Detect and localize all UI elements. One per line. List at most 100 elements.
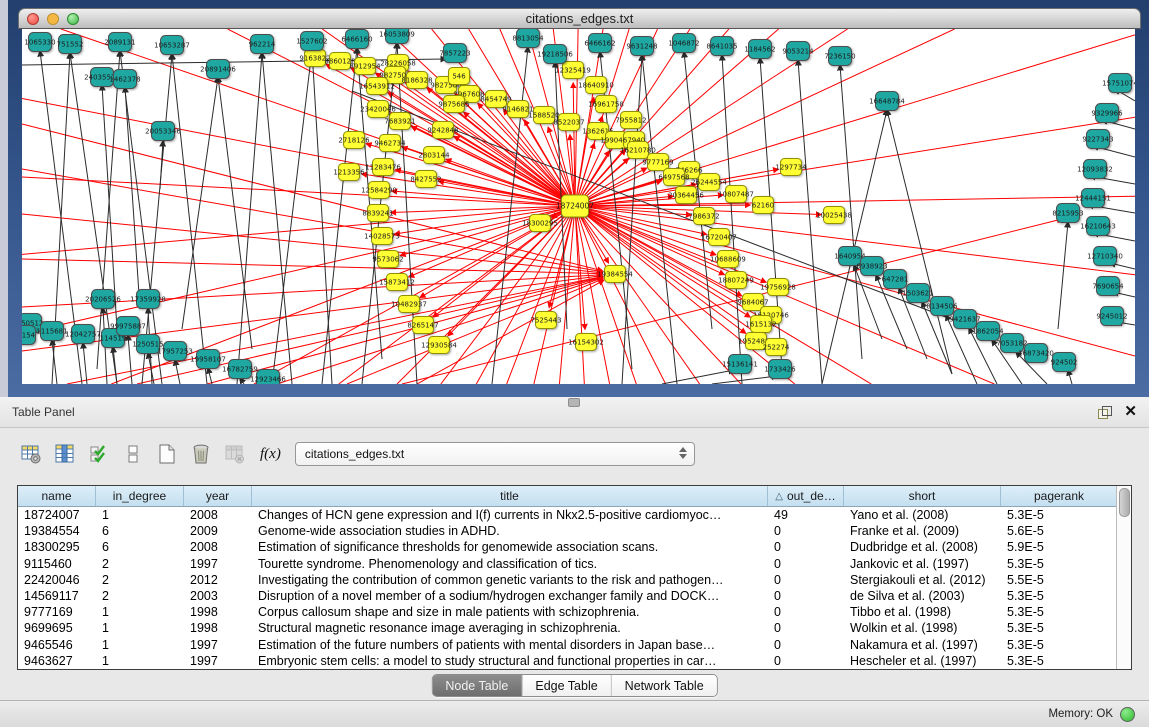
stacked-rows-icon[interactable] bbox=[120, 441, 146, 467]
column-header-short[interactable]: short bbox=[844, 486, 1001, 506]
delete-table-icon[interactable] bbox=[222, 441, 248, 467]
table-toolbar: f(x) citations_edges.txt bbox=[0, 433, 1149, 475]
table-cell: 5.3E-5 bbox=[1001, 653, 1116, 669]
float-panel-icon[interactable] bbox=[1098, 406, 1112, 419]
window-title: citations_edges.txt bbox=[19, 11, 1140, 26]
graph-node-label: 18300295 bbox=[522, 220, 558, 228]
scrollbar-thumb[interactable] bbox=[1119, 488, 1130, 517]
new-document-icon[interactable] bbox=[154, 441, 180, 467]
table-row[interactable]: 911546021997Tourette syndrome. Phenomeno… bbox=[18, 556, 1116, 572]
tab-node-table[interactable]: Node Table bbox=[432, 675, 522, 696]
column-header-year[interactable]: year bbox=[184, 486, 252, 506]
table-cell: 1997 bbox=[184, 637, 252, 653]
table-cell: Stergiakouli et al. (2012) bbox=[844, 572, 1001, 588]
table-cell: Genome-wide association studies in ADHD. bbox=[252, 523, 768, 539]
table-cell: Tibbo et al. (1998) bbox=[844, 604, 1001, 620]
graph-node-label: 39154 bbox=[22, 332, 36, 340]
table-cell: 5.9E-5 bbox=[1001, 539, 1116, 555]
graph-node-label: 18724007 bbox=[556, 202, 594, 211]
graph-node-label: 9462734 bbox=[374, 140, 406, 148]
column-header-out_de[interactable]: △out_de… bbox=[768, 486, 844, 506]
graph-node-label: 7683921 bbox=[384, 118, 415, 126]
select-rows-icon[interactable] bbox=[86, 441, 112, 467]
table-scrollbar[interactable] bbox=[1116, 486, 1131, 669]
graph-node-label: 26244554 bbox=[691, 179, 727, 187]
window-titlebar[interactable]: citations_edges.txt bbox=[18, 8, 1141, 29]
graph-node-label: 16053809 bbox=[379, 31, 415, 39]
graph-node-label: 16873420 bbox=[1018, 350, 1054, 358]
table-cell: Dudbridge et al. (2008) bbox=[844, 539, 1001, 555]
graph-node-label: 546 bbox=[452, 73, 466, 81]
table-row[interactable]: 1456911722003Disruption of a novel membe… bbox=[18, 588, 1116, 604]
graph-node-label: 8134506 bbox=[926, 303, 958, 311]
graph-node-label: 1503621 bbox=[902, 290, 933, 298]
table-row[interactable]: 946362711997Embryonic stem cells: a mode… bbox=[18, 653, 1116, 669]
graph-node-label: 23420046 bbox=[360, 106, 396, 114]
table-row[interactable]: 2242004622012Investigating the contribut… bbox=[18, 572, 1116, 588]
table-row[interactable]: 1830029562008Estimation of significance … bbox=[18, 539, 1116, 555]
table-row[interactable]: 1872400712008Changes of HCN gene express… bbox=[18, 507, 1116, 523]
graph-node-label: 99975887 bbox=[110, 323, 146, 331]
table-row[interactable]: 946554611997Estimation of the future num… bbox=[18, 637, 1116, 653]
column-header-title[interactable]: title bbox=[252, 486, 768, 506]
tab-edge-table[interactable]: Edge Table bbox=[522, 675, 611, 696]
graph-node-label: 10482937 bbox=[391, 301, 427, 309]
graph-node-label: 20206526 bbox=[85, 296, 121, 304]
graph-node-label: 8454749 bbox=[480, 96, 511, 104]
table-cell: 1 bbox=[96, 604, 184, 620]
table-cell: 5.3E-5 bbox=[1001, 604, 1116, 620]
graph-node-label: 8427552 bbox=[410, 176, 441, 184]
table-cell: 49 bbox=[768, 507, 844, 523]
graph-node-label: 8265147 bbox=[407, 322, 438, 330]
graph-node-label: 1115681 bbox=[36, 328, 67, 336]
table-cell: 18724007 bbox=[18, 507, 96, 523]
graph-node-label: 20891406 bbox=[200, 66, 236, 74]
table-cell: 2012 bbox=[184, 572, 252, 588]
graph-node-label: 16154302 bbox=[568, 339, 604, 347]
function-builder-icon[interactable]: f(x) bbox=[260, 446, 281, 463]
table-cell: 9699695 bbox=[18, 620, 96, 636]
table-cell: 0 bbox=[768, 539, 844, 555]
table-cell: 1 bbox=[96, 637, 184, 653]
minimize-window-button[interactable] bbox=[47, 13, 59, 25]
graph-node-label: 2089131 bbox=[104, 39, 135, 47]
select-column-icon[interactable] bbox=[52, 441, 78, 467]
graph-node-label: 1862054 bbox=[972, 328, 1004, 336]
table-cell: 1998 bbox=[184, 604, 252, 620]
close-window-button[interactable] bbox=[27, 13, 39, 25]
column-header-name[interactable]: name bbox=[18, 486, 96, 506]
memory-status-label: Memory: OK bbox=[1048, 708, 1113, 720]
close-panel-icon[interactable]: ✕ bbox=[1124, 405, 1137, 419]
table-row[interactable]: 1938455462009Genome-wide association stu… bbox=[18, 523, 1116, 539]
network-graph-canvas[interactable]: 1872400791638228860128891295428226058982… bbox=[22, 29, 1135, 384]
graph-node-label: 647281 bbox=[882, 276, 909, 284]
graph-node-label: 19218506 bbox=[537, 51, 573, 59]
zoom-window-button[interactable] bbox=[67, 13, 79, 25]
table-source-dropdown[interactable]: citations_edges.txt bbox=[295, 442, 695, 466]
table-cell: 9777169 bbox=[18, 604, 96, 620]
graph-node-label: 1615132 bbox=[745, 321, 776, 329]
graph-node-label: 6938923 bbox=[856, 263, 887, 271]
table-cell: 14569117 bbox=[18, 588, 96, 604]
graph-node-label: 1213356 bbox=[333, 169, 365, 177]
graph-node-label: 9329966 bbox=[1091, 110, 1123, 118]
table-cell: 5.3E-5 bbox=[1001, 588, 1116, 604]
column-header-pagerank[interactable]: pagerank bbox=[1001, 486, 1116, 506]
table-cell: Wolkin et al. (1998) bbox=[844, 620, 1001, 636]
table-cell: 6 bbox=[96, 539, 184, 555]
graph-node-label: 14028573 bbox=[364, 233, 400, 241]
delete-icon[interactable] bbox=[188, 441, 214, 467]
table-row[interactable]: 977716911998Corpus callosum shape and si… bbox=[18, 604, 1116, 620]
table-cell: 1997 bbox=[184, 556, 252, 572]
tab-network-table[interactable]: Network Table bbox=[612, 675, 717, 696]
graph-node-label: 2718126 bbox=[338, 137, 370, 145]
graph-node-label: 12325419 bbox=[555, 67, 591, 75]
graph-node-label: 8813054 bbox=[512, 35, 544, 43]
table-settings-icon[interactable] bbox=[18, 441, 44, 467]
table-source-value: citations_edges.txt bbox=[305, 447, 404, 461]
column-header-in_degree[interactable]: in_degree bbox=[96, 486, 184, 506]
divider-handle[interactable] bbox=[568, 398, 580, 407]
table-row[interactable]: 969969511998Structural magnetic resonanc… bbox=[18, 620, 1116, 636]
graph-node-label: 12923466 bbox=[250, 376, 286, 384]
graph-node-label: 1733426 bbox=[764, 366, 796, 374]
